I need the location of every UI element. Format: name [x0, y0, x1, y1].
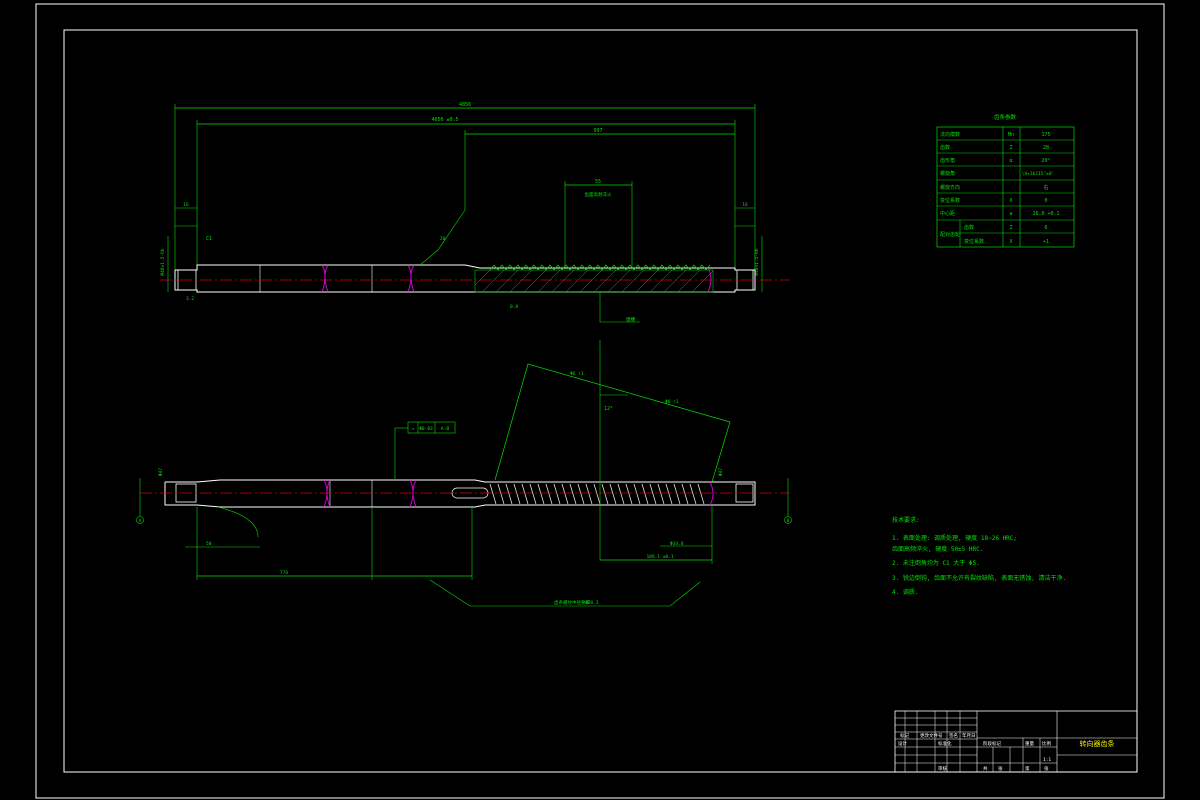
drawing-canvas: 4856 4656 ±0.5 997 55 齿面高频淬火 16 16 M48×1… [35, 3, 1165, 799]
drawing-name: 转向器齿条 [1080, 739, 1115, 748]
tb-row3-6: 张 [1044, 765, 1049, 772]
pair-name-1: 变位系数 [964, 238, 984, 245]
param-val-5: 0 [1044, 198, 1047, 204]
param-name-4: 螺旋方向 [940, 184, 960, 191]
diameter-left-label: M48×1.5-6h [160, 248, 166, 275]
offset-right-label: 16 [742, 202, 748, 208]
tb-label-4: 签名 [949, 732, 958, 739]
chamfer-left-label: C1 [206, 236, 212, 242]
param-name-7: 配对齿轮 [940, 231, 960, 238]
param-sym-2: α [1009, 158, 1012, 164]
top-view: 4856 4656 ±0.5 997 55 齿面高频淬火 16 16 M48×1… [160, 102, 790, 323]
pair-sym-0: Z [1009, 225, 1012, 231]
tb-row2-2: 阶段标记 [983, 740, 1001, 747]
pair-sym-1: X [1009, 239, 1012, 245]
keyway-leader-label: 键槽 [626, 316, 635, 323]
tb-row2-4: 比例 [1042, 740, 1051, 747]
param-val-1: 28 [1043, 145, 1049, 151]
overall-length-label: 4856 [459, 102, 471, 108]
param-name-5: 变位系数 [940, 197, 960, 204]
inner-frame [63, 29, 1138, 773]
param-name-0: 法向模数 [940, 131, 960, 138]
note-item-0: 1. 表面处理: 调质处理, 硬度 18~26 HRC; [892, 534, 1017, 542]
technical-notes: 技术要求: 1. 表面处理: 调质处理, 硬度 18~26 HRC; 齿面高频淬… [892, 516, 1066, 596]
right-dim-label: 189.1 ±0.1 [646, 554, 673, 560]
right-small-label: Φ34.8 [670, 541, 684, 547]
right-mark-label: Φ47 [718, 468, 724, 476]
tolerance-frame: ↗ Φ0.03 A-B [407, 421, 456, 434]
tb-row3-4: 张 [998, 765, 1003, 772]
notes-title: 技术要求: [892, 516, 920, 524]
tb-row2-1: 标准化 [938, 740, 952, 747]
tolerance-symbol: ↗ [411, 426, 414, 432]
note-item-1: 齿面高频淬火, 硬度 50±5 HRC. [892, 545, 983, 553]
tb-label-0: 标记 [900, 732, 909, 739]
bottom-value-label: Φ28.3 [585, 600, 599, 606]
param-name-2: 齿形角 [940, 157, 955, 164]
thread-span-label: 4656 ±0.5 [431, 117, 458, 123]
param-sym-6: a [1009, 211, 1012, 217]
bottom-view: A B Φ47 Φ47 12° Φ6 r1 Φ6 r1 ↗ Φ0.03 A-B … [136, 340, 792, 607]
param-name-1: 齿数 [940, 144, 950, 151]
rack-note-label: 齿面高频淬火 [585, 191, 612, 198]
bottom-roughness-label: 0.8 [510, 304, 518, 310]
angle-label: 12° [604, 406, 613, 412]
param-val-2: 20° [1041, 158, 1050, 164]
tb-row2-3: 重量 [1025, 740, 1034, 747]
dim-a-label: Φ6 r1 [570, 371, 584, 377]
tb-label-5: 年月日 [962, 732, 976, 739]
param-val-6: 16.0 +0.1 [1032, 211, 1059, 217]
tolerance-datum: A-B [441, 426, 449, 432]
segment-55-label: 55 [595, 179, 601, 185]
note-item-2: 2. 未注倒角均为 C1 大于 Φ5. [892, 559, 980, 567]
roughness-label: 3.2 [186, 296, 194, 302]
param-val-3: \U+3b215"±0' [1022, 171, 1055, 177]
rack-length-label: 997 [593, 128, 602, 134]
note-item-3: 3. 锐边倒钝, 齿面不允许有裂纹缺陷, 表面无锈蚀, 清洁干净. [892, 574, 1066, 582]
param-sym-1: Z [1009, 145, 1012, 151]
param-sym-5: X [1009, 198, 1012, 204]
left-dim-label: 50 [206, 541, 212, 547]
datum-a-label: A [139, 518, 142, 523]
tb-row3-3: 共 [983, 765, 988, 772]
param-table: 齿条参数 法向模数 Mn 175 齿数 Z 28 齿形角 α 20° 螺旋角 \… [936, 113, 1075, 248]
param-val-0: 175 [1041, 132, 1050, 138]
title-block: 标记 更改文件号 签名 年月日 设计 标准化 阶段标记 重量 比例 1:1 审核… [894, 710, 1138, 773]
param-table-title: 齿条参数 [994, 113, 1017, 121]
datum-b-label: B [787, 518, 790, 523]
note-item-4: 4. 调质. [892, 588, 918, 596]
left-mark-label: Φ47 [158, 468, 164, 476]
param-sym-0: Mn [1008, 132, 1014, 138]
tb-scale: 1:1 [1043, 757, 1051, 763]
tb-row3-5: 第 [1025, 765, 1030, 772]
param-name-6: 中心距 [940, 210, 955, 217]
pair-val-0: 6 [1044, 225, 1047, 231]
offset-left-label: 16 [183, 202, 189, 208]
param-name-3: 螺旋角 [940, 170, 955, 177]
tb-row2-0: 设计 [898, 740, 907, 747]
pitch-note-label: 20 [440, 236, 446, 242]
param-val-4: 右 [1043, 184, 1048, 191]
pair-val-1: +1 [1043, 239, 1049, 245]
dim-b-label: Φ6 r1 [665, 399, 679, 405]
tolerance-value: Φ0.03 [419, 426, 433, 432]
tb-label-3: 更改文件号 [920, 732, 943, 739]
mid-dim-label: 776 [280, 570, 288, 576]
pair-name-0: 齿数 [964, 224, 974, 231]
tb-row3-0: 审核 [938, 765, 947, 772]
